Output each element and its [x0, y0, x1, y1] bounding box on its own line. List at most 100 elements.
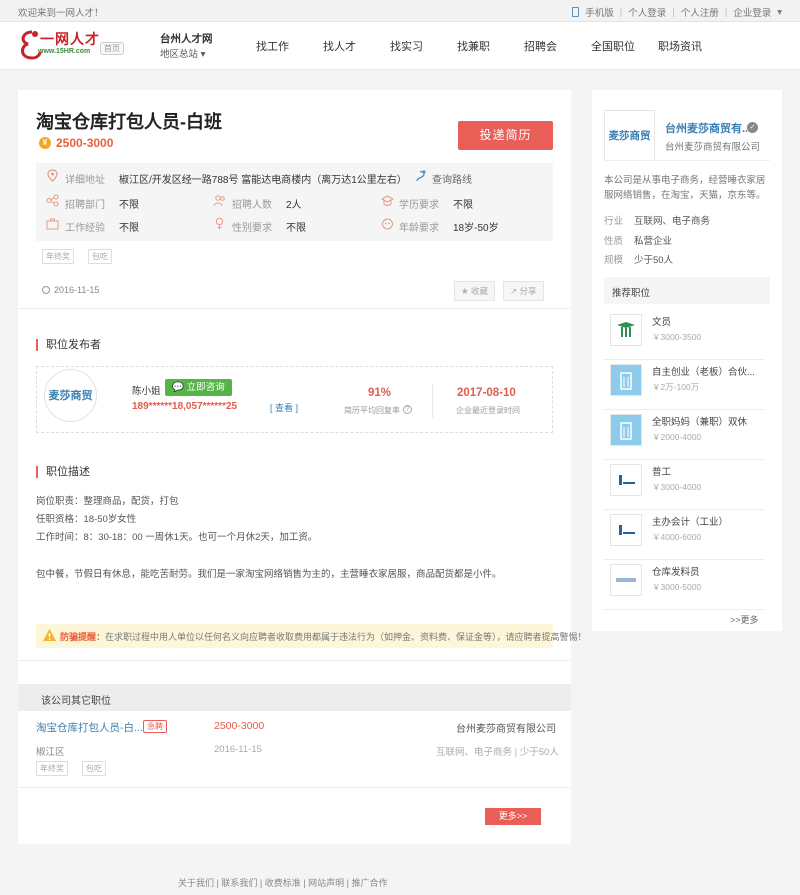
education-icon	[381, 195, 394, 206]
favorite-button[interactable]: ★ 收藏	[454, 281, 496, 301]
apply-button[interactable]: 投递简历	[458, 121, 553, 150]
description-line: 任职资格：18-50岁女性	[36, 514, 137, 525]
company-full-name: 台州麦莎商贸有限公司	[665, 142, 761, 153]
job-salary: 2500-3000	[56, 136, 114, 150]
recommend-thumb	[610, 314, 642, 346]
help-icon[interactable]: ?	[403, 405, 412, 414]
gender-label: 性别要求	[232, 223, 272, 234]
site-name: 台州人才网	[160, 33, 213, 45]
divider	[18, 308, 571, 309]
recommend-item[interactable]: 普工 ￥3000-4000	[604, 460, 764, 510]
clock-icon	[42, 286, 50, 294]
chevron-down-icon: ▾	[200, 49, 206, 60]
recommend-more-link[interactable]: >>更多	[730, 613, 759, 626]
personal-register-link[interactable]: 个人注册	[681, 5, 719, 19]
reply-rate: 91%	[368, 387, 392, 399]
nav-find-talent[interactable]: 找人才	[323, 38, 356, 54]
region-selector[interactable]: 地区总站 ▾	[160, 46, 205, 60]
route-icon	[416, 170, 426, 182]
job-tag: 包吃	[82, 761, 106, 776]
publisher-name: 陈小姐	[132, 386, 161, 397]
share-icon: ↗	[510, 286, 518, 296]
welcome-text: 欢迎来到一网人才！	[18, 8, 104, 19]
recommend-item[interactable]: 全职妈妈（兼职）双休 ￥2000-4000	[604, 410, 764, 460]
recommend-thumb	[610, 564, 642, 596]
consult-button[interactable]: 💬 立即咨询	[165, 379, 232, 396]
other-job-company[interactable]: 台州麦莎商贸有限公司	[456, 720, 556, 735]
urgent-badge: 急聘	[143, 720, 167, 733]
publisher-section-title: 职位发布者	[36, 339, 101, 351]
people-icon	[213, 195, 225, 207]
star-icon: ★	[461, 286, 469, 296]
recommend-item[interactable]: 主办会计（工业） ￥4000-6000	[604, 510, 764, 560]
briefcase-icon	[46, 218, 59, 230]
footer-link-pricing[interactable]: 收费标准	[265, 878, 301, 888]
other-job-industry: 互联网、电子商务 | 少于50人	[436, 747, 559, 758]
description-line: 岗位职责：整理商品，配货，打包	[36, 496, 179, 507]
gender-value: 不限	[286, 223, 306, 234]
job-title: 淘宝仓库打包人员-白班	[36, 112, 222, 132]
company-login-link[interactable]: 企业登录	[733, 5, 771, 19]
nav-job-fair[interactable]: 招聘会	[524, 38, 557, 54]
view-phone-link[interactable]: [ 查看 ]	[270, 401, 298, 414]
footer-link-partner[interactable]: 推广合作	[351, 878, 387, 888]
job-tag: 年终奖	[36, 761, 68, 776]
chat-icon: 💬	[172, 382, 185, 393]
footer-link-about[interactable]: 关于我们	[178, 878, 214, 888]
footer-link-contact[interactable]: 联系我们	[221, 878, 257, 888]
site-header: 一网人才 www.15HR.com 首页 台州人才网 地区总站 ▾ 找工作 找人…	[0, 22, 800, 70]
warning-icon	[43, 629, 56, 641]
company-name[interactable]: 台州麦莎商贸有...	[665, 120, 751, 136]
nav-find-intern[interactable]: 找实习	[390, 38, 423, 54]
dept-label: 招聘部门	[65, 200, 105, 211]
nav-find-job[interactable]: 找工作	[256, 38, 289, 54]
verified-icon: ✓	[747, 122, 758, 133]
last-login-label: 企业最近登录时间	[456, 406, 520, 415]
warning-text: 防骗提醒：在求职过程中用人单位以任何名义向应聘者收取费用都属于违法行为（如押金、…	[60, 632, 587, 642]
nav-national-jobs[interactable]: 全国职位	[591, 38, 635, 54]
other-job-salary: 2500-3000	[214, 720, 265, 732]
nav-find-parttime[interactable]: 找兼职	[457, 38, 490, 54]
age-value: 18岁-50岁	[453, 223, 499, 234]
location-icon	[47, 169, 58, 182]
gender-icon	[215, 217, 224, 230]
count-value: 2人	[286, 200, 302, 211]
divider	[18, 787, 571, 788]
share-button[interactable]: ↗ 分享	[503, 281, 544, 301]
publisher-company-logo[interactable]: 麦莎商贸	[44, 369, 97, 422]
recommend-item[interactable]: 仓库发料员 ￥3000-5000	[604, 560, 764, 610]
other-job-title[interactable]: 淘宝仓库打包人员-白...	[36, 720, 143, 735]
address-value: 椒江区/开发区经一路788号 富能达电商楼内（离万达1公里左右）	[119, 175, 407, 186]
other-job-location: 椒江区	[36, 747, 65, 758]
home-badge[interactable]: 首页	[100, 42, 124, 55]
top-links: 手机版 | 个人登录 | 个人注册 | 企业登录 ▾	[572, 5, 782, 19]
recommend-item[interactable]: 自主创业（老板）合伙... ￥2万-100万	[604, 360, 764, 410]
publisher-phone: 189******18,057******25	[132, 401, 238, 412]
post-date: 2016-11-15	[54, 285, 100, 295]
logo-icon[interactable]	[18, 28, 42, 62]
recommend-item[interactable]: 文员 ￥3000-3500	[604, 310, 764, 360]
stat-divider	[432, 384, 433, 418]
job-tag: 包吃	[88, 249, 112, 264]
mobile-link[interactable]: 手机版	[585, 5, 614, 19]
top-bar: 欢迎来到一网人才！ 手机版 | 个人登录 | 个人注册 | 企业登录 ▾	[0, 0, 800, 22]
personal-login-link[interactable]: 个人登录	[628, 5, 666, 19]
logo-text[interactable]: 一网人才	[40, 29, 100, 49]
recommend-thumb	[610, 514, 642, 546]
footer-link-statement[interactable]: 网站声明	[308, 878, 344, 888]
nav-career-news[interactable]: 职场资讯	[658, 38, 702, 54]
exp-value: 不限	[119, 223, 139, 234]
exp-label: 工作经验	[65, 223, 105, 234]
publisher-box	[36, 366, 553, 433]
route-link[interactable]: 查询路线	[432, 171, 472, 186]
age-label: 年龄要求	[399, 223, 439, 234]
department-icon	[46, 194, 59, 207]
logo-url: www.15HR.com	[38, 48, 91, 55]
footer-links: 关于我们 | 联系我们 | 收费标准 | 网站声明 | 推广合作	[178, 878, 388, 888]
more-jobs-button[interactable]: 更多>>	[485, 808, 541, 825]
other-jobs-header: 该公司其它职位	[18, 684, 571, 711]
recommend-header: 推荐职位	[604, 277, 770, 304]
company-logo[interactable]: 麦莎商贸	[604, 110, 655, 161]
divider	[604, 160, 770, 161]
description-line: 包中餐，节假日有休息，能吃苦耐劳。我们是一家淘宝网络销售为主的，主营睡衣家居服，…	[36, 569, 502, 580]
